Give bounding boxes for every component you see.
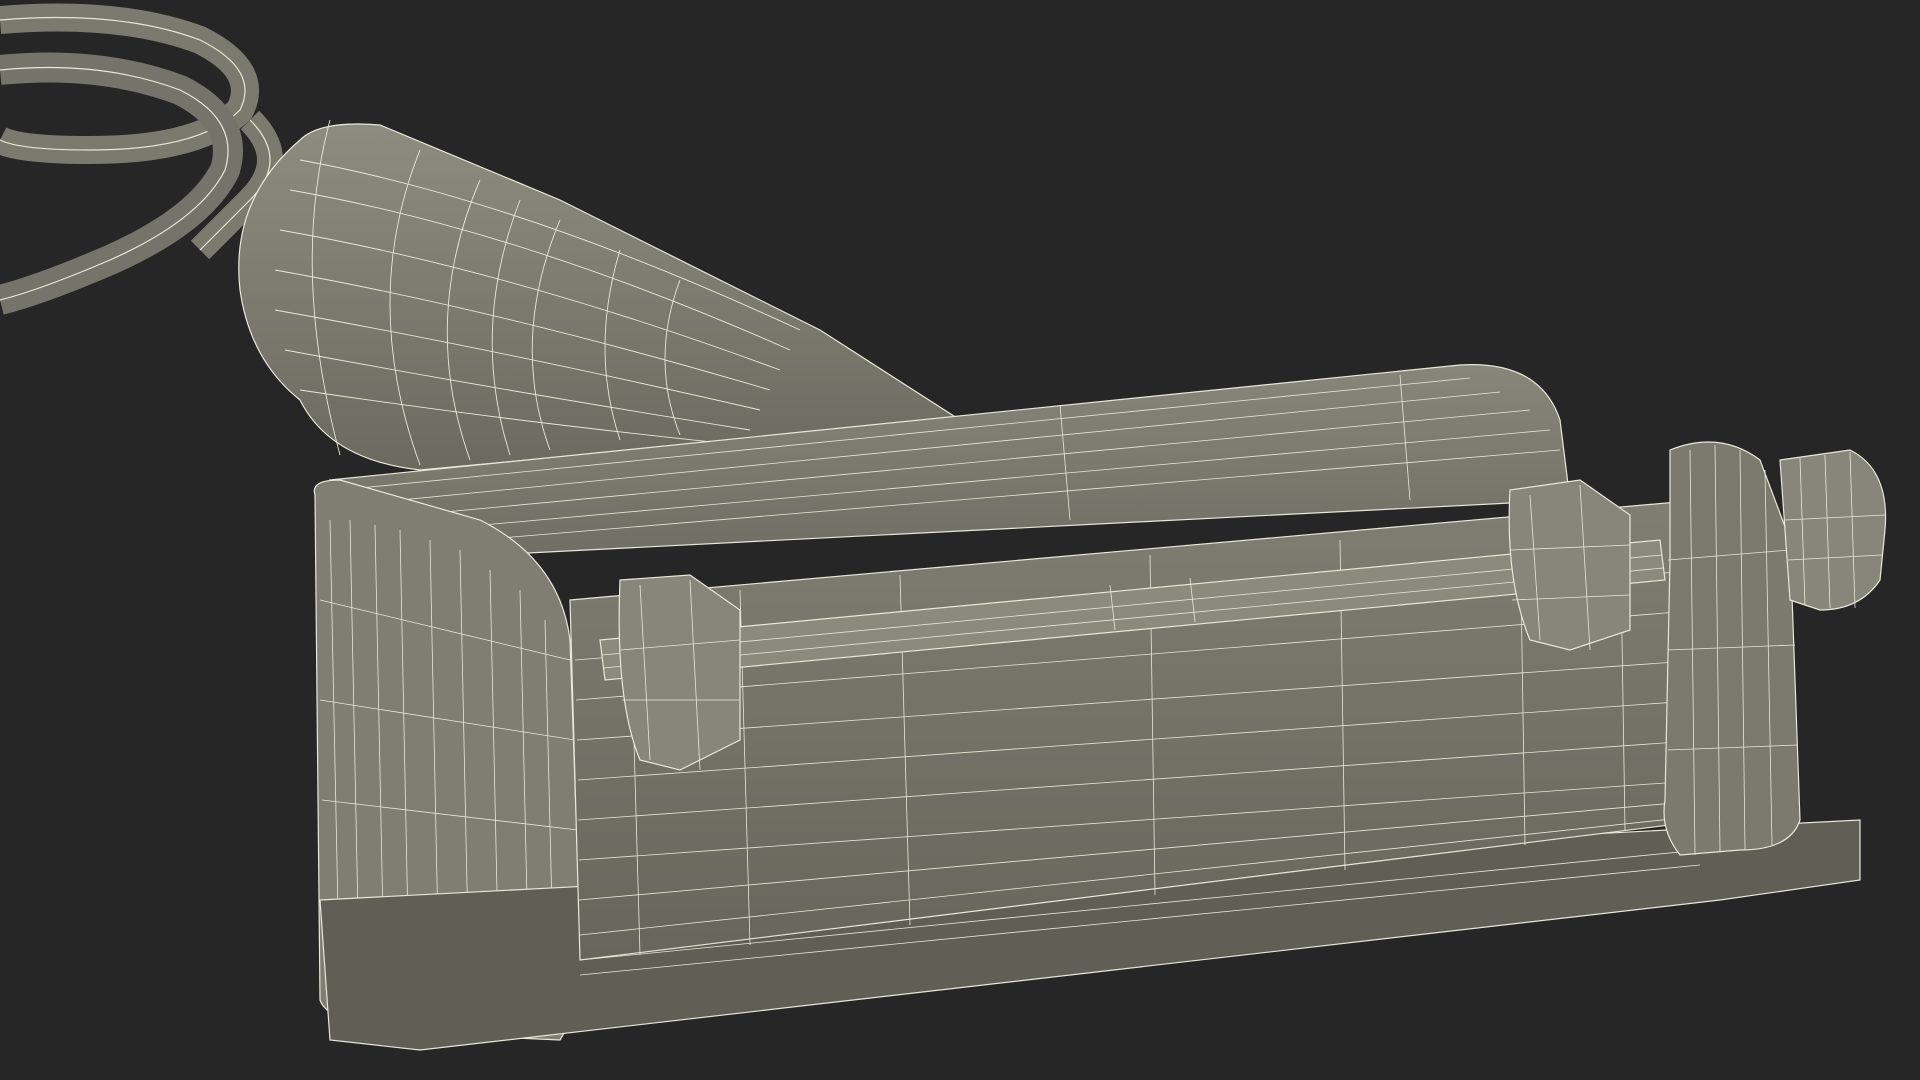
3d-viewport[interactable] — [0, 0, 1920, 1080]
left-hex-nut — [618, 574, 741, 771]
cable-coil — [0, 3, 283, 315]
wireframe-render — [0, 3, 1887, 1051]
axle-cap — [1779, 449, 1887, 611]
right-end-bracket — [1663, 441, 1801, 856]
right-hex-nut — [1508, 479, 1631, 651]
winch-motor — [238, 119, 962, 471]
